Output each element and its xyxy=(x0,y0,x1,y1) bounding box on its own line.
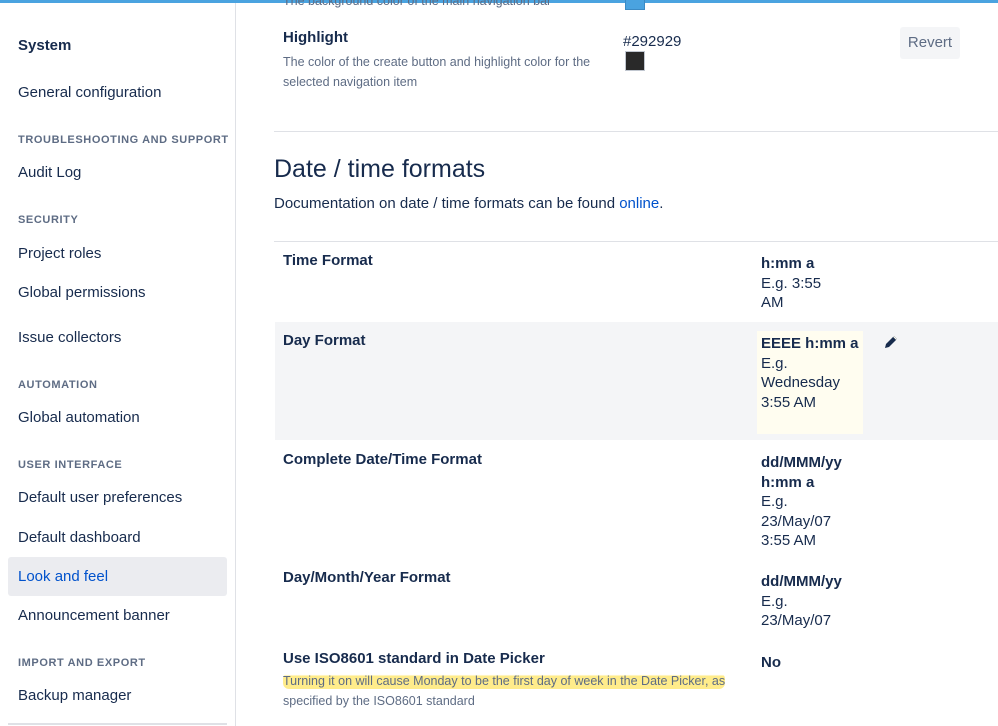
sidebar-item-backup-manager[interactable]: Backup manager xyxy=(8,676,227,715)
dmy-format-pattern: dd/MMM/yy xyxy=(761,573,842,590)
sidebar-heading-automation: AUTOMATION xyxy=(18,379,98,391)
main-content: The background color of the main navigat… xyxy=(236,0,998,726)
sidebar-item-default-dashboard[interactable]: Default dashboard xyxy=(8,518,227,557)
sidebar: System General configuration TROUBLESHOO… xyxy=(0,3,236,726)
table-row-day-format: Day Format EEEE h:mm a E.g. Wednesday 3:… xyxy=(275,322,998,440)
online-docs-link[interactable]: online xyxy=(619,195,659,212)
day-format-example: E.g. Wednesday 3:55 AM xyxy=(761,354,840,411)
revert-button[interactable]: Revert xyxy=(900,27,960,59)
dmy-format-label: Day/Month/Year Format xyxy=(283,569,451,586)
iso8601-description-rest: specified by the ISO8601 standard xyxy=(283,694,475,708)
complete-format-example: E.g. 23/May/07 3:55 AM xyxy=(761,493,832,549)
table-row-complete-format: Complete Date/Time Format dd/MMM/yy h:mm… xyxy=(275,440,998,560)
navigation-bar-color-swatch[interactable] xyxy=(625,0,645,10)
dmy-format-value: dd/MMM/yy E.g. 23/May/07 xyxy=(761,572,847,631)
sidebar-item-look-and-feel[interactable]: Look and feel xyxy=(8,557,227,596)
date-time-formats-description: Documentation on date / time formats can… xyxy=(274,195,663,212)
navigation-bar-color-description: The background color of the main navigat… xyxy=(283,0,552,8)
highlight-hex-value: #292929 xyxy=(623,33,682,50)
pencil-icon[interactable] xyxy=(883,334,899,350)
time-format-label: Time Format xyxy=(283,252,373,269)
table-row-dmy-format: Day/Month/Year Format dd/MMM/yy E.g. 23/… xyxy=(275,560,998,640)
iso8601-description: Turning it on will cause Monday to be th… xyxy=(283,671,743,711)
iso8601-label: Use ISO8601 standard in Date Picker xyxy=(283,650,545,667)
sidebar-heading-troubleshooting: TROUBLESHOOTING AND SUPPORT xyxy=(18,134,229,146)
section-divider xyxy=(274,131,998,132)
day-format-pattern: EEEE h:mm a xyxy=(761,335,859,352)
time-format-pattern: h:mm a xyxy=(761,255,815,272)
documentation-text: Documentation on date / time formats can… xyxy=(274,195,616,212)
complete-format-pattern: dd/MMM/yy h:mm a xyxy=(761,454,842,491)
sidebar-item-announcement-banner[interactable]: Announcement banner xyxy=(8,596,227,635)
time-format-example: E.g. 3:55 AM xyxy=(761,274,822,312)
sidebar-item-global-automation[interactable]: Global automation xyxy=(8,398,227,437)
table-row-time-format: Time Format h:mm a E.g. 3:55 AM xyxy=(275,242,998,322)
sidebar-item-audit-log[interactable]: Audit Log xyxy=(8,153,227,192)
iso8601-value-text: No xyxy=(761,654,781,671)
sidebar-title: System xyxy=(18,37,72,54)
dmy-format-example: E.g. 23/May/07 xyxy=(761,592,832,630)
time-format-value: h:mm a E.g. 3:55 AM xyxy=(761,254,841,313)
complete-format-label: Complete Date/Time Format xyxy=(283,451,482,468)
sidebar-item-issue-collectors[interactable]: Issue collectors xyxy=(8,318,227,357)
highlight-label: Highlight xyxy=(283,29,348,46)
iso8601-description-highlighted: Turning it on will cause Monday to be th… xyxy=(283,673,726,689)
description-period: . xyxy=(659,195,664,212)
sidebar-item-default-user-preferences[interactable]: Default user preferences xyxy=(8,478,227,517)
day-format-value[interactable]: EEEE h:mm a E.g. Wednesday 3:55 AM xyxy=(757,331,863,434)
highlight-color-swatch[interactable] xyxy=(625,51,645,71)
day-format-label: Day Format xyxy=(283,332,366,349)
sidebar-item-general-configuration[interactable]: General configuration xyxy=(8,73,227,112)
sidebar-divider xyxy=(8,723,227,725)
sidebar-heading-import-export: IMPORT AND EXPORT xyxy=(18,657,146,669)
iso8601-value: No xyxy=(761,653,863,673)
sidebar-heading-user-interface: USER INTERFACE xyxy=(18,459,123,471)
complete-format-value: dd/MMM/yy h:mm a E.g. 23/May/07 3:55 AM xyxy=(761,453,847,551)
sidebar-heading-security: SECURITY xyxy=(18,214,79,226)
highlight-description: The color of the create button and highl… xyxy=(283,55,591,89)
sidebar-item-project-roles[interactable]: Project roles xyxy=(8,234,227,273)
sidebar-item-global-permissions[interactable]: Global permissions xyxy=(8,273,227,312)
date-time-formats-title: Date / time formats xyxy=(274,155,486,183)
